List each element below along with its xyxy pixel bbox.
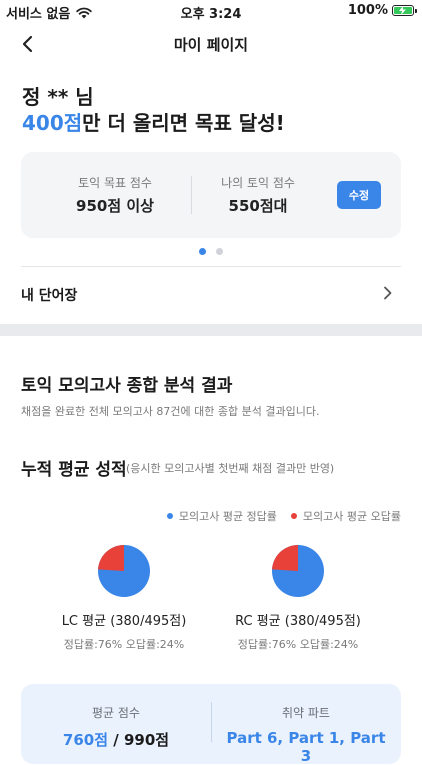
divider [21, 266, 401, 267]
goal-text: 만 더 올리면 목표 달성! [82, 111, 285, 135]
battery-percent: 100% [347, 3, 388, 18]
carousel-dot[interactable] [216, 248, 223, 255]
user-greeting: 정 ** 님 [22, 85, 94, 109]
my-score-value: 550점대 [228, 197, 288, 215]
weak-parts-block: 취약 파트 Part 6, Part 1, Part 3 [221, 704, 391, 765]
score-divider [191, 176, 192, 214]
edit-score-button[interactable]: 수정 [337, 181, 381, 209]
summary-divider [211, 702, 212, 742]
section-separator [0, 324, 422, 336]
battery-icon [392, 5, 417, 16]
average-score: 760점 [62, 731, 109, 749]
target-score-value: 950점 이상 [76, 197, 154, 215]
wordbook-label: 내 단어장 [21, 288, 78, 304]
carousel-dots [0, 248, 422, 255]
chevron-right-icon [384, 286, 392, 300]
legend-correct-dot [166, 513, 173, 519]
weak-parts: Part 6, Part 1, Part 3 [226, 729, 386, 765]
score-card: 토익 목표 점수 950점 이상 나의 토익 점수 550점대 수정 [21, 152, 401, 238]
average-score-block: 평균 점수 760점 / 990점 [41, 704, 191, 750]
chart-legend: 모의고사 평균 정답률 모의고사 평균 오답률 [166, 508, 401, 524]
legend-wrong-dot [290, 513, 297, 519]
weak-parts-label: 취약 파트 [282, 706, 330, 720]
lc-pie-chart [98, 545, 150, 597]
target-score-label: 토익 목표 점수 [78, 176, 152, 190]
rc-average-title: RC 평균 (380/495점) [235, 614, 361, 629]
legend-wrong: 모의고사 평균 오답률 [290, 508, 401, 524]
legend-correct: 모의고사 평균 정답률 [166, 508, 277, 524]
rc-average-stats: 정답률:76% 오답률:24% [237, 638, 359, 651]
pie-slice-wrong [272, 545, 298, 571]
my-score-label: 나의 토익 점수 [221, 176, 295, 190]
average-score-label: 평균 점수 [92, 706, 140, 720]
page-title: 마이 페이지 [173, 36, 249, 54]
goal-points: 400점 [22, 111, 83, 135]
nav-bar: 마이 페이지 [0, 26, 422, 62]
legend-correct-label: 모의고사 평균 정답률 [178, 510, 277, 523]
pie-slice-wrong [98, 545, 124, 571]
target-score: 토익 목표 점수 950점 이상 [55, 174, 175, 216]
rc-pie-chart [272, 545, 324, 597]
analysis-description: 채점을 완료한 전체 모의고사 87건에 대한 종합 분석 결과입니다. [21, 405, 320, 418]
average-score-value: 760점 / 990점 [41, 729, 191, 750]
lc-average-stats: 정답률:76% 오답률:24% [63, 638, 185, 651]
my-score: 나의 토익 점수 550점대 [203, 174, 313, 216]
average-total: / 990점 [108, 731, 170, 749]
carousel-dot[interactable] [199, 248, 206, 255]
summary-card: 평균 점수 760점 / 990점 취약 파트 Part 6, Part 1, … [21, 684, 401, 765]
cumulative-title: 누적 평균 성적 [21, 460, 127, 480]
weak-parts-value: Part 6, Part 1, Part 3 [221, 729, 391, 765]
goal-message: 400점만 더 올리면 목표 달성! [22, 110, 285, 136]
status-right: 100% [347, 3, 417, 18]
lc-average-title: LC 평균 (380/495점) [61, 614, 187, 629]
analysis-title: 토익 모의고사 종합 분석 결과 [21, 376, 233, 396]
status-bar: 서비스 없음 오후 3:24 100% [0, 0, 422, 24]
cumulative-subtitle: (응시한 모의고사별 첫번째 채점 결과만 반영) [126, 462, 335, 475]
legend-wrong-label: 모의고사 평균 오답률 [302, 510, 401, 523]
wordbook-row[interactable]: 내 단어장 [21, 272, 401, 316]
